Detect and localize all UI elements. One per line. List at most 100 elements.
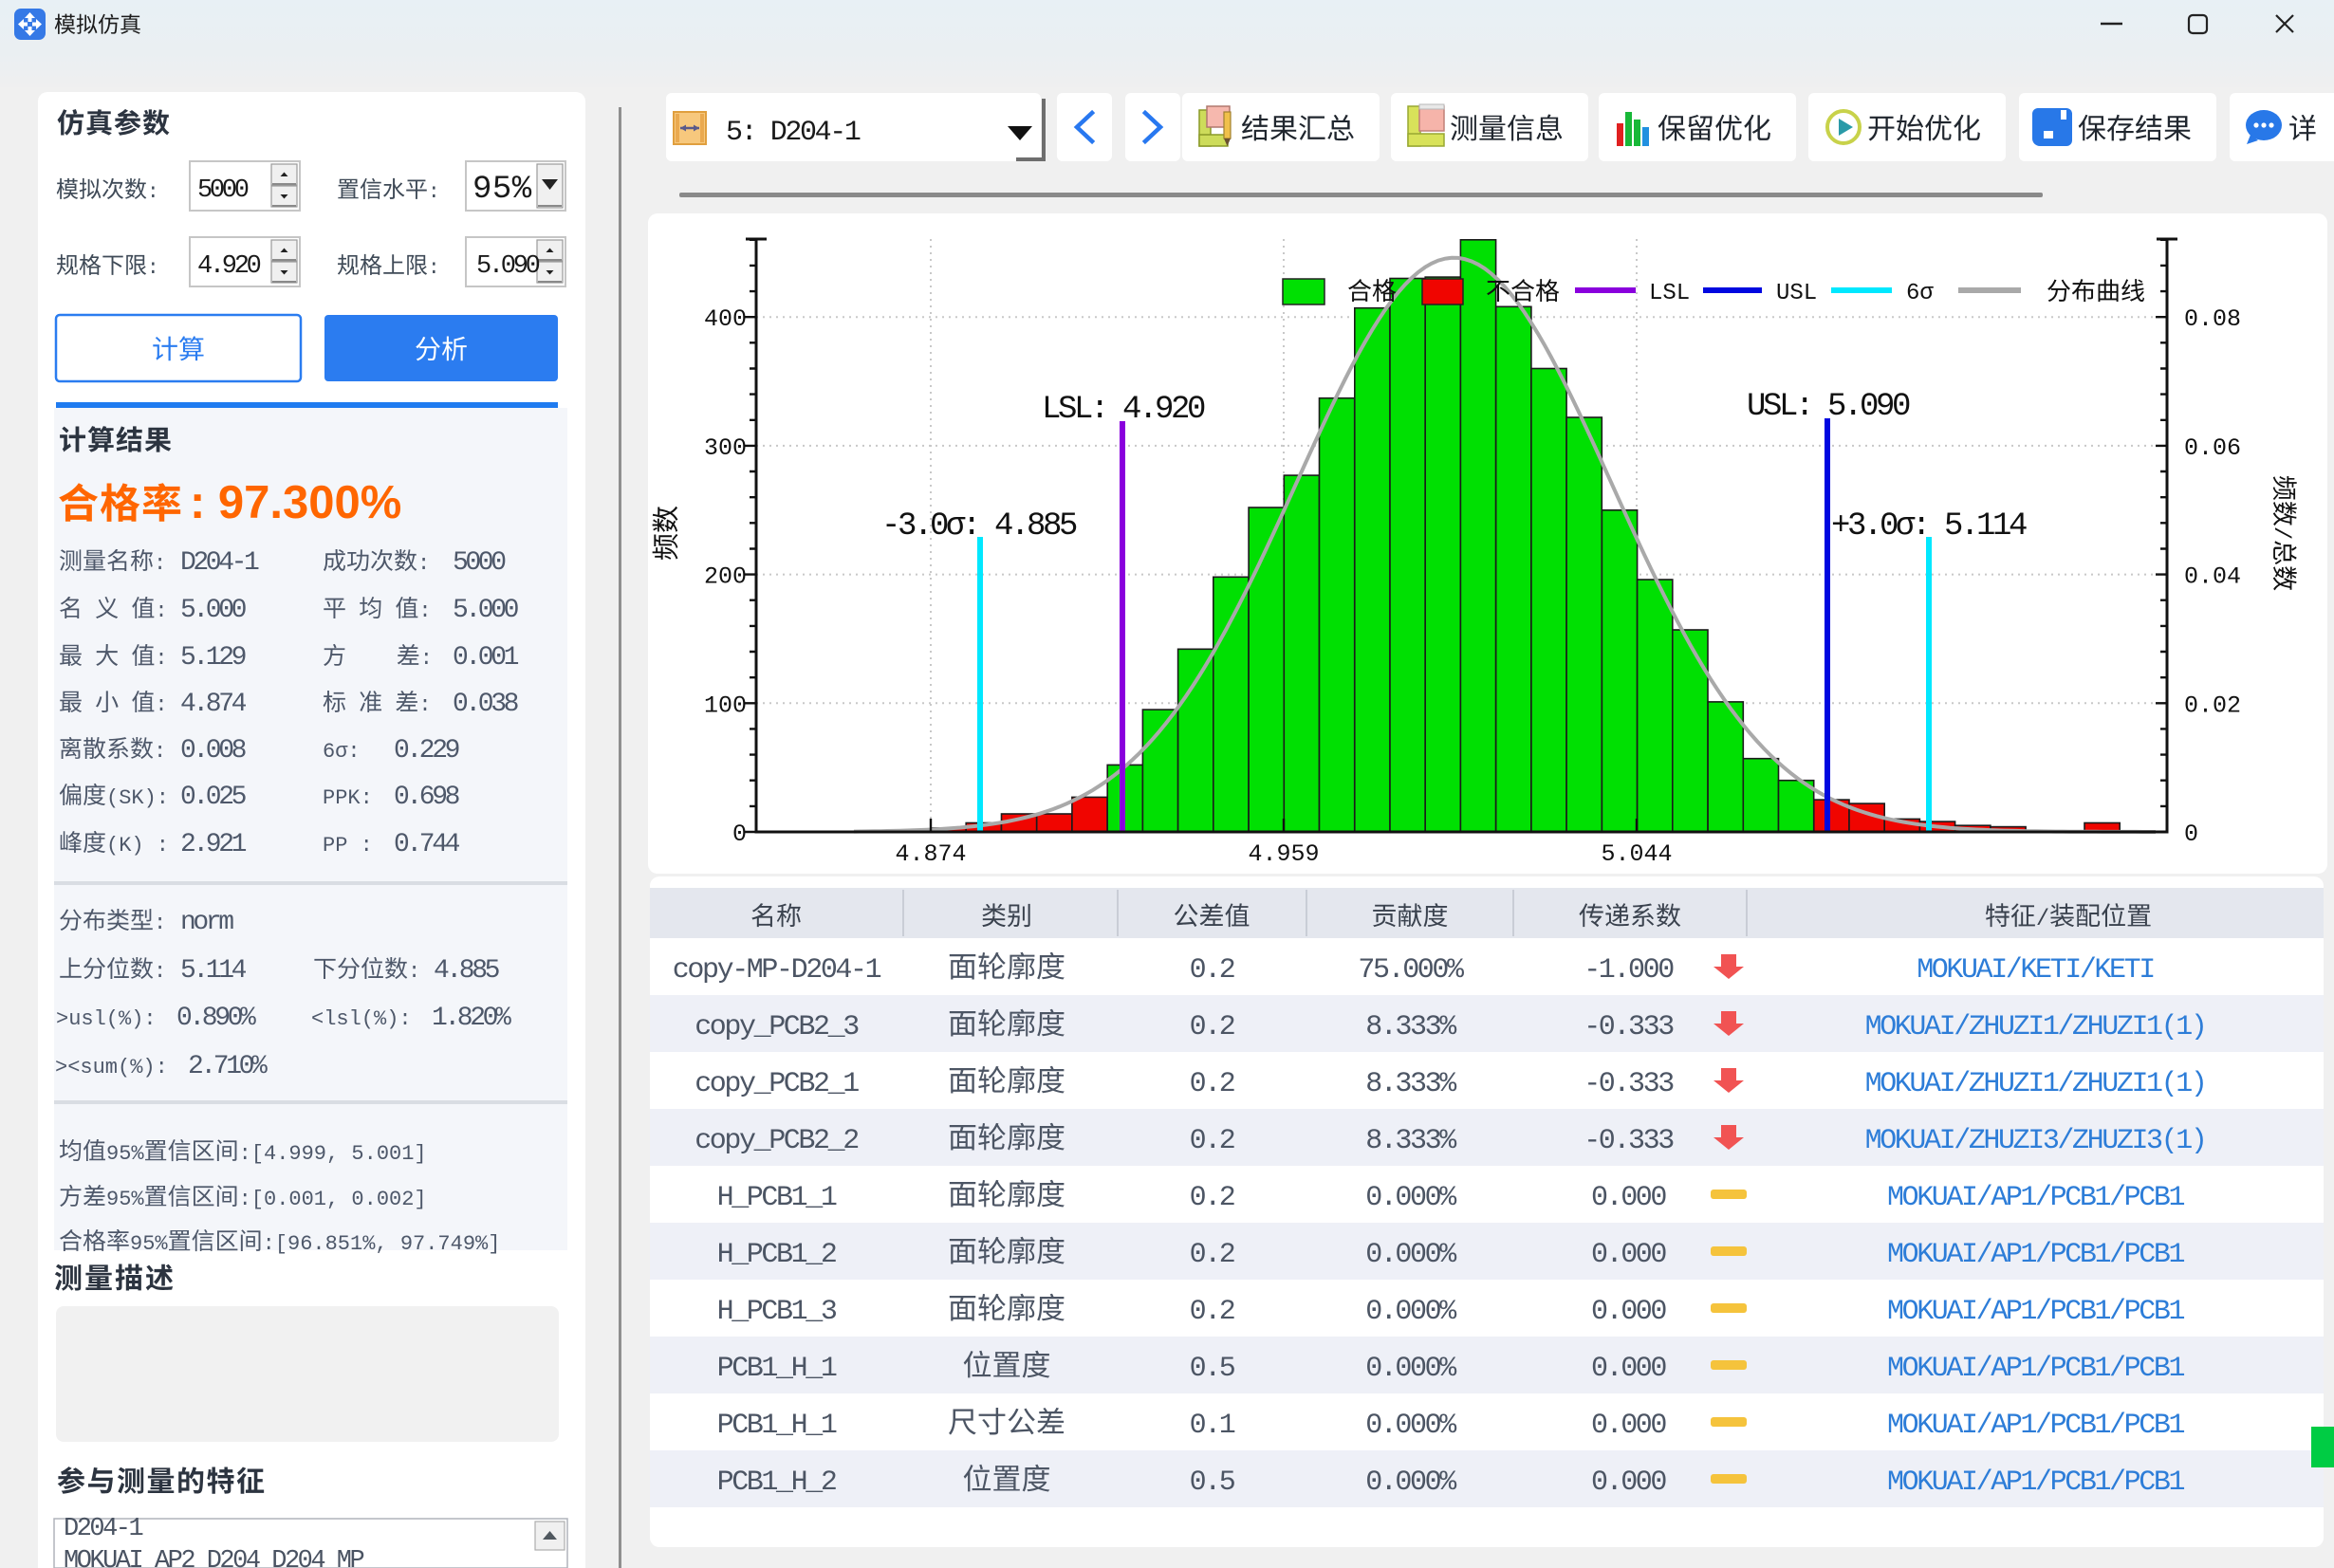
svg-text:MOKUAI/ZHUZI1/ZHUZI1(1): MOKUAI/ZHUZI1/ZHUZI1(1) [1865, 1011, 2206, 1043]
svg-text:MOKUAI/KETI/KETI: MOKUAI/KETI/KETI [1917, 954, 2154, 987]
svg-text:MOKUAI/AP1/PCB1/PCB1: MOKUAI/AP1/PCB1/PCB1 [1887, 1410, 2184, 1442]
svg-text:-1.000: -1.000 [1584, 954, 1674, 987]
svg-text:>usl(%):: >usl(%): [56, 1007, 157, 1031]
svg-text:PCB1_H_1: PCB1_H_1 [717, 1410, 837, 1442]
svg-text::: : [428, 181, 440, 204]
svg-text::: : [155, 600, 167, 623]
svg-text:0.744: 0.744 [394, 830, 460, 859]
svg-text:300: 300 [704, 434, 747, 462]
svg-text::[0.001, 0.002]: :[0.001, 0.002] [239, 1188, 427, 1211]
svg-text:0.229: 0.229 [394, 736, 459, 766]
svg-text:MOKUAI/AP1/PCB1/PCB1: MOKUAI/AP1/PCB1/PCB1 [1887, 1296, 2184, 1328]
svg-text::: : [154, 912, 166, 935]
svg-text:0: 0 [2184, 821, 2198, 848]
svg-text::[4.999, 5.001]: :[4.999, 5.001] [239, 1142, 427, 1166]
svg-text:/: / [2268, 526, 2293, 540]
svg-text:0.000%: 0.000% [1365, 1239, 1457, 1271]
svg-text:D204-1: D204-1 [180, 548, 259, 578]
svg-text:0.000: 0.000 [1591, 1410, 1666, 1442]
svg-text:0.5: 0.5 [1190, 1353, 1235, 1385]
svg-text:H_PCB1_2: H_PCB1_2 [717, 1239, 836, 1271]
svg-text:200: 200 [704, 563, 747, 591]
svg-text::: : [154, 552, 166, 576]
svg-text:0.2: 0.2 [1190, 1296, 1234, 1328]
svg-text:4.920: 4.920 [197, 252, 261, 281]
svg-text:0.025: 0.025 [180, 783, 247, 812]
svg-text:: 97.300%: : 97.300% [190, 477, 401, 528]
svg-text:MOKUAI/AP1/PCB1/PCB1: MOKUAI/AP1/PCB1/PCB1 [1887, 1182, 2184, 1214]
svg-text:0.2: 0.2 [1190, 1011, 1234, 1043]
svg-text:0.5: 0.5 [1190, 1467, 1235, 1499]
svg-text:MOKUAI AP2 D204 D204 MP: MOKUAI AP2 D204 D204 MP [64, 1547, 363, 1568]
svg-text:PPK:: PPK: [323, 786, 373, 810]
svg-text:75.000%: 75.000% [1358, 954, 1465, 987]
svg-text::: : [428, 257, 440, 280]
svg-text:5.000: 5.000 [453, 596, 519, 625]
svg-text:<lsl(%):: <lsl(%): [311, 1007, 412, 1031]
svg-text::: : [147, 181, 159, 204]
svg-text:0.008: 0.008 [180, 736, 246, 766]
svg-text:95%: 95% [130, 1232, 168, 1256]
svg-text:LSL: 4.920: LSL: 4.920 [1042, 392, 1205, 428]
svg-text:0.000: 0.000 [1591, 1467, 1666, 1499]
svg-text::: : [154, 960, 166, 984]
svg-text:5.129: 5.129 [180, 643, 246, 673]
svg-text:+3.0σ: 5.114: +3.0σ: 5.114 [1831, 508, 2027, 544]
svg-text:95%: 95% [106, 1142, 144, 1166]
svg-text:copy_PCB2_2: copy_PCB2_2 [695, 1125, 858, 1157]
svg-text:0.000%: 0.000% [1365, 1353, 1457, 1385]
svg-text:MOKUAI/AP1/PCB1/PCB1: MOKUAI/AP1/PCB1/PCB1 [1887, 1239, 2184, 1271]
svg-text:0.2: 0.2 [1190, 954, 1234, 987]
svg-text:0.2: 0.2 [1190, 1182, 1234, 1214]
svg-text:MOKUAI/AP1/PCB1/PCB1: MOKUAI/AP1/PCB1/PCB1 [1887, 1353, 2184, 1385]
svg-text::: : [417, 552, 430, 576]
svg-text:5.114: 5.114 [180, 956, 247, 986]
svg-text:2.921: 2.921 [180, 830, 247, 859]
svg-text:-3.0σ: 4.885: -3.0σ: 4.885 [881, 508, 1077, 544]
svg-text:(SK):: (SK): [106, 786, 169, 810]
svg-text:USL: 5.090: USL: 5.090 [1747, 389, 1910, 425]
svg-text:100: 100 [704, 692, 747, 719]
svg-text:norm: norm [180, 908, 233, 937]
svg-text:0.038: 0.038 [453, 690, 518, 719]
svg-text:1.820%: 1.820% [432, 1004, 511, 1033]
svg-text:0.000: 0.000 [1591, 1353, 1666, 1385]
svg-text:0.2: 0.2 [1190, 1239, 1234, 1271]
svg-text:H_PCB1_3: H_PCB1_3 [717, 1296, 837, 1328]
svg-text:8.333%: 8.333% [1365, 1068, 1457, 1100]
svg-text::: : [155, 693, 167, 717]
svg-text:copy_PCB2_1: copy_PCB2_1 [695, 1068, 859, 1100]
svg-text:8.333%: 8.333% [1365, 1125, 1457, 1157]
svg-text:6σ:: 6σ: [323, 740, 361, 764]
svg-text:5000: 5000 [197, 176, 249, 205]
svg-text:2.710%: 2.710% [188, 1052, 268, 1081]
svg-text:5.044: 5.044 [1602, 840, 1673, 868]
svg-text:0.1: 0.1 [1190, 1410, 1235, 1442]
svg-text:USL: USL [1776, 281, 1817, 306]
svg-text:4.874: 4.874 [896, 840, 967, 868]
svg-text:(K) :: (K) : [106, 834, 169, 858]
svg-text:-0.333: -0.333 [1584, 1125, 1674, 1157]
svg-text:copy-MP-D204-1: copy-MP-D204-1 [673, 954, 881, 987]
svg-text:0.000%: 0.000% [1365, 1467, 1457, 1499]
svg-text:PCB1_H_1: PCB1_H_1 [717, 1353, 837, 1385]
svg-text:0.2: 0.2 [1190, 1125, 1234, 1157]
svg-text:><sum(%):: ><sum(%): [55, 1056, 168, 1079]
svg-text::: : [408, 960, 420, 984]
svg-text:5.090: 5.090 [476, 252, 540, 281]
svg-text:0.890%: 0.890% [176, 1004, 256, 1033]
svg-text:D204-1: D204-1 [64, 1515, 143, 1543]
svg-text:0.06: 0.06 [2184, 434, 2241, 462]
svg-text:5: D204-1: 5: D204-1 [726, 117, 861, 149]
svg-text::[96.851%, 97.749%]: :[96.851%, 97.749%] [263, 1232, 501, 1256]
svg-text:PP :: PP : [323, 834, 373, 858]
svg-text:0.001: 0.001 [453, 643, 519, 673]
svg-text:5.000: 5.000 [180, 596, 247, 625]
svg-text::: : [418, 693, 431, 717]
svg-text::: : [155, 647, 167, 671]
svg-text:8.333%: 8.333% [1365, 1011, 1457, 1043]
svg-text:95%: 95% [472, 172, 532, 208]
svg-text:/: / [2036, 907, 2049, 932]
svg-text:PCB1_H_2: PCB1_H_2 [717, 1467, 836, 1499]
svg-text:-0.333: -0.333 [1584, 1068, 1674, 1100]
